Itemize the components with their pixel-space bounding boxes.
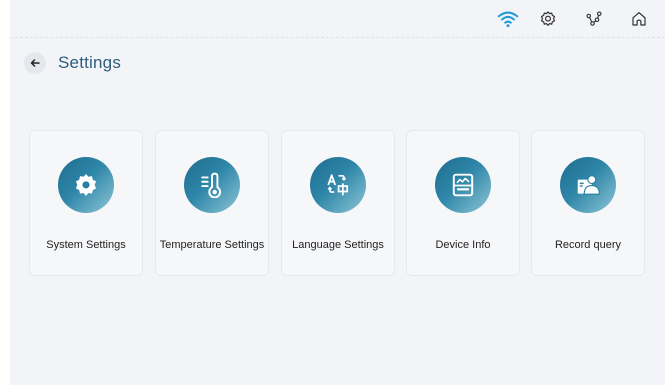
gear-icon <box>58 157 114 213</box>
wifi-icon[interactable] <box>497 8 519 30</box>
arrow-left-icon <box>30 59 40 67</box>
translate-icon <box>310 157 366 213</box>
temperature-settings-card[interactable]: Temperature Settings <box>155 130 269 276</box>
language-settings-card[interactable]: Language Settings <box>281 130 395 276</box>
card-label: Language Settings <box>292 239 384 251</box>
device-info-card[interactable]: Device Info <box>406 130 520 276</box>
record-query-icon <box>560 157 616 213</box>
top-status-bar <box>10 0 665 38</box>
settings-screen: Settings System Settings Temperature Set… <box>10 0 665 385</box>
record-query-card[interactable]: Record query <box>531 130 645 276</box>
card-label: Record query <box>554 239 622 251</box>
page-title: Settings <box>58 53 122 72</box>
thermometer-icon <box>184 157 240 213</box>
card-label: System Settings <box>46 239 126 251</box>
card-label: Device Info <box>435 239 491 251</box>
card-label: Temperature Settings <box>159 239 265 251</box>
network-icon[interactable] <box>583 8 605 30</box>
gear-icon[interactable] <box>537 8 559 30</box>
back-button[interactable] <box>24 52 46 74</box>
page-header: Settings <box>24 50 121 76</box>
system-settings-card[interactable]: System Settings <box>29 130 143 276</box>
home-icon[interactable] <box>628 8 650 30</box>
device-info-icon <box>435 157 491 213</box>
